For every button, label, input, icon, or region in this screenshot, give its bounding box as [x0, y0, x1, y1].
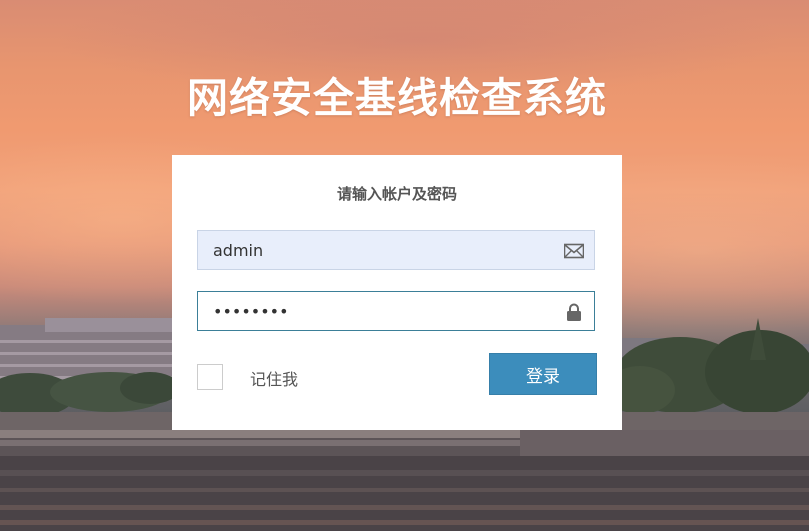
login-button[interactable]: 登录 — [489, 353, 597, 395]
login-panel: 请输入帐户及密码 记住我 登录 — [172, 155, 622, 430]
envelope-icon — [564, 243, 584, 259]
page-title: 网络安全基线检查系统 — [187, 74, 607, 122]
password-field[interactable] — [197, 291, 595, 331]
username-field[interactable] — [197, 230, 595, 270]
username-input[interactable] — [198, 231, 594, 269]
password-input[interactable] — [198, 292, 594, 330]
lock-icon — [567, 303, 581, 321]
login-heading: 请输入帐户及密码 — [336, 185, 457, 203]
login-page: 网络安全基线检查系统 请输入帐户及密码 记住我 登录 — [0, 0, 809, 531]
remember-me-label[interactable]: 记住我 — [250, 366, 298, 390]
remember-me-checkbox[interactable] — [197, 364, 223, 390]
